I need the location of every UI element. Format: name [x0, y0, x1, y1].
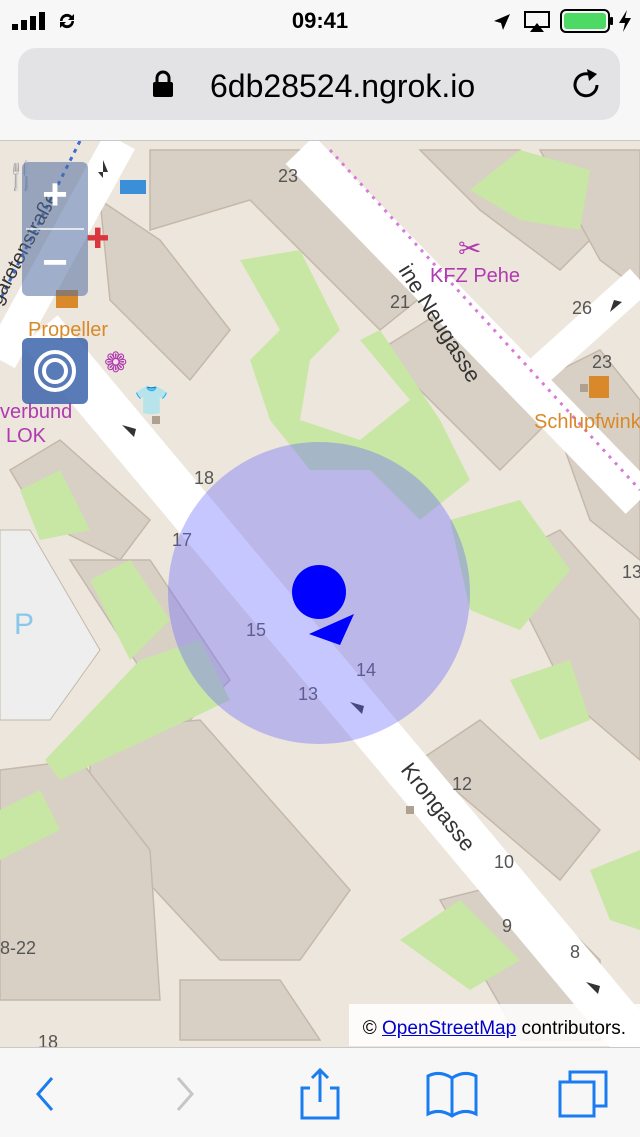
house-number: 12 — [452, 774, 472, 794]
locate-icon — [34, 350, 76, 392]
house-number: 23 — [592, 352, 612, 372]
battery-icon — [560, 9, 613, 33]
bookmarks-icon[interactable] — [424, 1066, 480, 1122]
status-bar: 09:41 — [0, 0, 640, 44]
poi-label-verbund: verbund — [0, 401, 72, 423]
url-text: 6db28524.ngrok.io — [210, 68, 476, 104]
map-canvas[interactable]: 🍴 ✚ ✂ ❁ 👕 ine Neugasse Krongasse gareten… — [0, 141, 640, 1047]
parking-label: P — [14, 608, 34, 641]
house-number: 23 — [278, 166, 298, 186]
share-icon[interactable] — [292, 1066, 348, 1122]
house-number: 9 — [502, 916, 512, 936]
charging-icon — [619, 10, 631, 32]
forward-icon[interactable] — [158, 1066, 214, 1122]
reload-icon[interactable] — [570, 68, 604, 102]
pub-icon — [589, 376, 609, 398]
airplay-icon — [524, 11, 550, 32]
house-number: 18 — [38, 1032, 58, 1047]
zoom-control: + − — [22, 162, 88, 296]
browser-toolbar — [0, 1047, 640, 1137]
house-number: 8-22 — [0, 938, 36, 958]
poi-label-lok: LOK — [6, 425, 47, 447]
tabs-icon[interactable] — [556, 1066, 612, 1122]
pet-shop-icon: ❁ — [104, 347, 127, 378]
house-number: 8 — [570, 942, 580, 962]
map-view[interactable]: 🍴 ✚ ✂ ❁ 👕 ine Neugasse Krongasse gareten… — [0, 141, 640, 1047]
position-marker — [292, 565, 346, 619]
zoom-out-button[interactable]: − — [22, 230, 88, 296]
lock-icon — [153, 70, 173, 97]
attribution-link[interactable]: OpenStreetMap — [382, 1018, 516, 1039]
attribution: © OpenStreetMap contributors. — [348, 1004, 640, 1046]
clothes-icon: 👕 — [134, 385, 169, 416]
attribution-suffix: contributors. — [521, 1018, 626, 1039]
zoom-in-button[interactable]: + — [22, 162, 88, 228]
house-number: 18 — [194, 468, 214, 488]
back-icon[interactable] — [28, 1066, 84, 1122]
house-number: 10 — [494, 852, 514, 872]
attribution-copyright: © — [362, 1018, 377, 1039]
house-number: 21 — [390, 292, 410, 312]
location-arrow-icon — [494, 14, 510, 30]
locate-button[interactable] — [22, 338, 88, 404]
vet-icon: ✚ — [86, 223, 109, 254]
house-number: 13 — [622, 562, 640, 582]
poi-label-kfz-pehe: KFZ Pehe — [430, 265, 520, 287]
address-bar: 6db28524.ngrok.io — [0, 44, 640, 141]
url-field[interactable]: 6db28524.ngrok.io — [18, 48, 620, 120]
poi-label-schlupfwinkl: Schlupfwinkl — [534, 411, 640, 433]
house-number: 26 — [572, 298, 592, 318]
car-repair-icon: ✂ — [458, 233, 481, 264]
hotel-icon — [120, 180, 146, 194]
